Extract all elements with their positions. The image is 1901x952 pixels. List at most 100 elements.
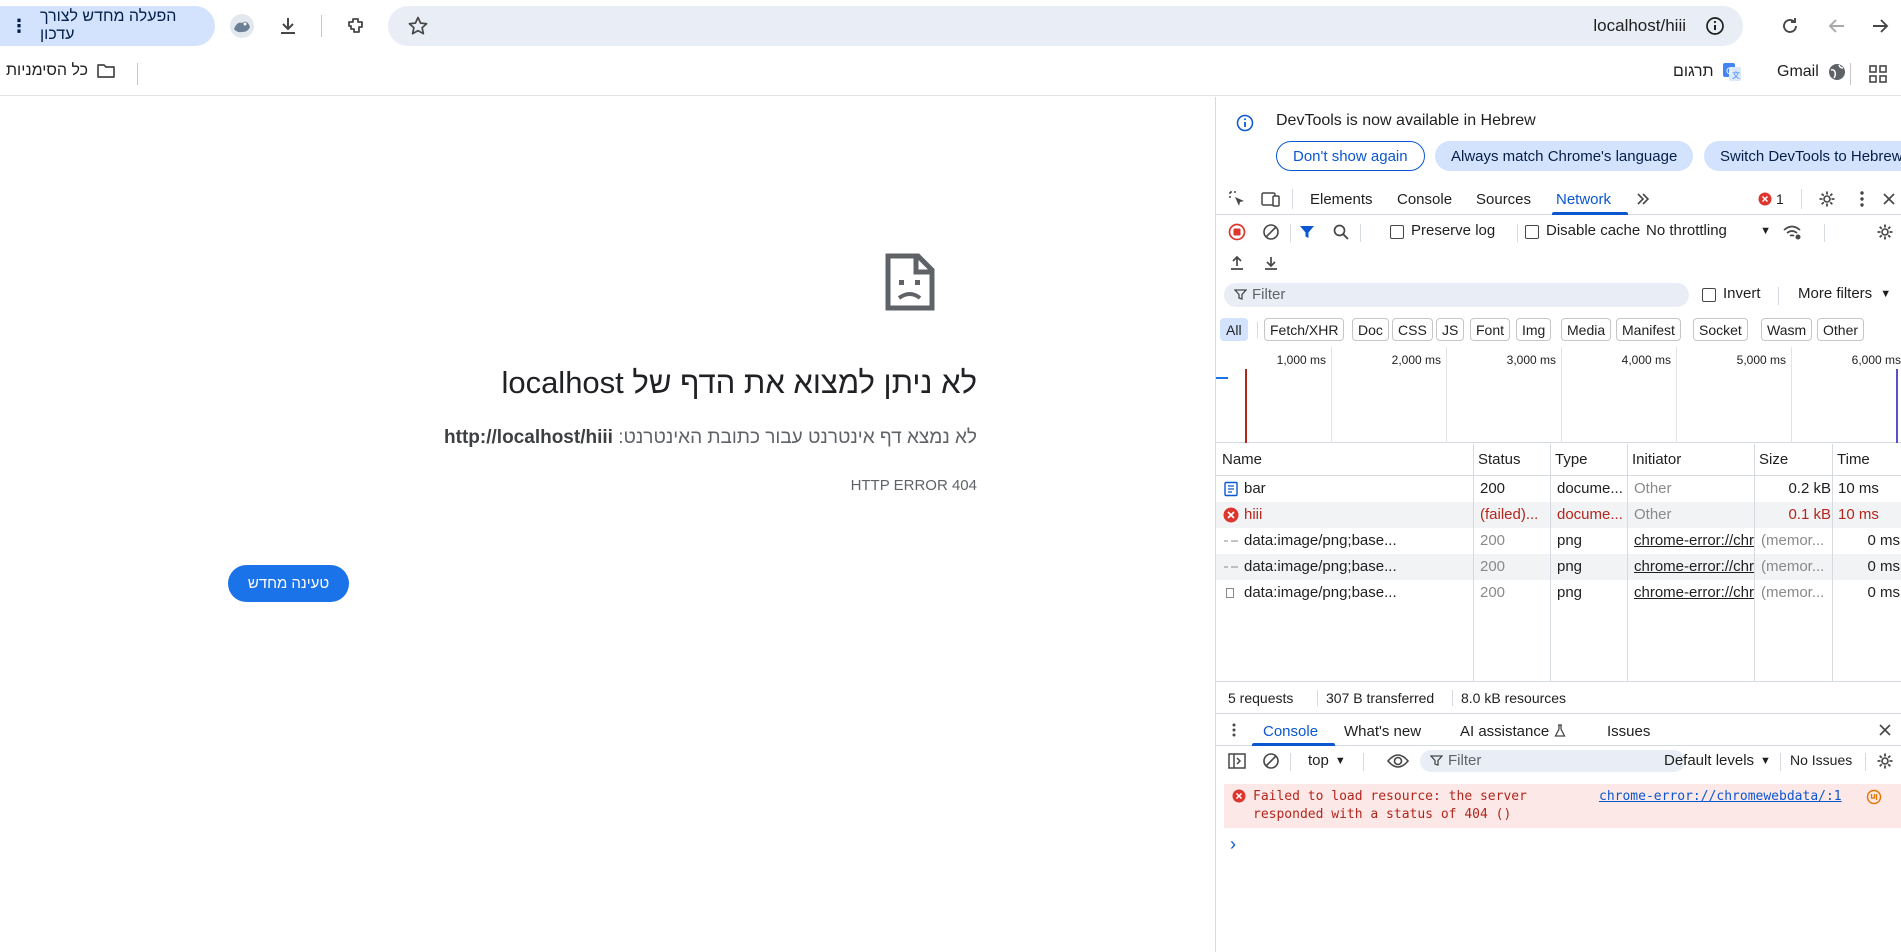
chip-js[interactable]: JS bbox=[1436, 318, 1465, 341]
network-settings-gear-icon[interactable] bbox=[1874, 221, 1896, 243]
error-source-link[interactable]: chrome-error://chromewebdata/:1 bbox=[1599, 789, 1842, 804]
context-selector[interactable]: top ▼ bbox=[1308, 752, 1346, 769]
bookmark-star-icon[interactable] bbox=[404, 12, 432, 40]
inspect-element-icon[interactable] bbox=[1226, 188, 1248, 210]
table-row[interactable]: bar 200 docume... Other 0.2 kB 10 ms bbox=[1216, 476, 1901, 502]
chip-img[interactable]: Img bbox=[1516, 318, 1552, 341]
active-tab-indicator bbox=[1252, 743, 1335, 746]
address-bar[interactable]: localhost/hiii bbox=[388, 6, 1743, 46]
drawer-tab-issues[interactable]: Issues bbox=[1607, 723, 1650, 740]
filter-funnel-icon[interactable] bbox=[1296, 221, 1318, 243]
tab-console[interactable]: Console bbox=[1397, 191, 1452, 208]
switch-language-button[interactable]: Switch DevTools to Hebrew bbox=[1704, 141, 1901, 171]
search-icon[interactable] bbox=[1330, 221, 1352, 243]
close-devtools-icon[interactable] bbox=[1878, 188, 1900, 210]
chip-all[interactable]: All bbox=[1220, 318, 1248, 341]
ai-explain-icon[interactable] bbox=[1866, 789, 1882, 805]
all-bookmarks-item[interactable]: כל הסימניות bbox=[6, 62, 116, 80]
console-prompt[interactable]: › bbox=[1230, 834, 1236, 855]
dom-content-loaded-marker bbox=[1896, 369, 1898, 443]
issues-count[interactable]: No Issues bbox=[1790, 752, 1852, 768]
apps-grid-icon[interactable] bbox=[1864, 60, 1892, 88]
column-divider[interactable] bbox=[1550, 444, 1551, 681]
drawer-menu-icon[interactable] bbox=[1226, 720, 1242, 740]
column-divider[interactable] bbox=[1473, 444, 1474, 681]
record-stop-icon[interactable] bbox=[1226, 221, 1248, 243]
table-row[interactable]: data:image/png;base... 200 png chrome-er… bbox=[1216, 528, 1901, 554]
row-initiator-link[interactable]: chrome-error://chromewebdata bbox=[1634, 532, 1754, 549]
preserve-log-checkbox[interactable] bbox=[1390, 225, 1404, 239]
tab-elements[interactable]: Elements bbox=[1310, 191, 1373, 208]
column-divider[interactable] bbox=[1627, 444, 1628, 681]
chip-fetch-xhr[interactable]: Fetch/XHR bbox=[1264, 318, 1345, 341]
error-counter[interactable]: 1 bbox=[1758, 191, 1784, 207]
row-initiator-link[interactable]: chrome-error://chromewebdata bbox=[1634, 558, 1754, 575]
row-type: docume... bbox=[1557, 506, 1623, 523]
profile-avatar-icon[interactable] bbox=[228, 12, 256, 40]
show-sidebar-icon[interactable] bbox=[1226, 750, 1248, 772]
more-tabs-chevron-icon[interactable] bbox=[1633, 189, 1653, 209]
extensions-icon[interactable] bbox=[342, 12, 370, 40]
col-name[interactable]: Name bbox=[1222, 451, 1262, 468]
clear-console-icon[interactable] bbox=[1260, 750, 1282, 772]
chip-doc[interactable]: Doc bbox=[1352, 318, 1389, 341]
always-match-language-button[interactable]: Always match Chrome's language bbox=[1435, 141, 1694, 171]
live-expression-eye-icon[interactable] bbox=[1386, 750, 1410, 772]
table-row[interactable]: hiii (failed)... docume... Other 0.1 kB … bbox=[1216, 502, 1901, 528]
drawer-tab-whats-new[interactable]: What's new bbox=[1344, 723, 1421, 740]
update-restart-button[interactable]: ⋮ הפעלה מחדש לצורך עדכון bbox=[0, 6, 215, 46]
chip-manifest[interactable]: Manifest bbox=[1616, 318, 1681, 341]
bookmark-gmail[interactable]: Gmail bbox=[1777, 62, 1847, 82]
throttling-select[interactable]: No throttling ▼ bbox=[1646, 222, 1771, 239]
col-initiator[interactable]: Initiator bbox=[1632, 451, 1681, 468]
drawer-tab-console[interactable]: Console bbox=[1263, 723, 1318, 740]
row-size: 0.2 kB bbox=[1788, 480, 1831, 497]
site-info-icon[interactable] bbox=[1701, 12, 1729, 40]
close-drawer-icon[interactable] bbox=[1875, 720, 1895, 740]
network-filter-input[interactable]: Filter bbox=[1224, 283, 1689, 307]
log-levels-dropdown[interactable]: Default levels ▼ bbox=[1664, 752, 1771, 769]
row-initiator: Other bbox=[1634, 506, 1672, 523]
chip-font[interactable]: Font bbox=[1470, 318, 1511, 341]
disable-cache-checkbox[interactable] bbox=[1525, 225, 1539, 239]
row-time: 10 ms bbox=[1838, 480, 1879, 497]
reload-icon[interactable] bbox=[1776, 12, 1804, 40]
column-divider[interactable] bbox=[1832, 444, 1833, 681]
chip-wasm[interactable]: Wasm bbox=[1761, 318, 1813, 341]
toolbar-separator bbox=[1824, 224, 1825, 242]
chip-other[interactable]: Other bbox=[1817, 318, 1865, 341]
more-filters-dropdown[interactable]: More filters ▼ bbox=[1798, 285, 1891, 302]
table-row[interactable]: data:image/png;base... 200 png chrome-er… bbox=[1216, 554, 1901, 580]
network-conditions-icon[interactable] bbox=[1781, 221, 1803, 243]
chip-socket[interactable]: Socket bbox=[1693, 318, 1748, 341]
network-timeline-overview[interactable]: 1,000 ms 2,000 ms 3,000 ms 4,000 ms 5,00… bbox=[1216, 347, 1901, 443]
export-har-icon[interactable] bbox=[1260, 252, 1282, 274]
reload-button[interactable]: טעינה מחדש bbox=[228, 565, 349, 602]
tab-network[interactable]: Network bbox=[1556, 191, 1611, 208]
invert-checkbox[interactable] bbox=[1702, 288, 1716, 302]
import-har-icon[interactable] bbox=[1226, 252, 1248, 274]
toolbar-separator bbox=[1517, 224, 1518, 242]
device-toolbar-icon[interactable] bbox=[1260, 188, 1282, 210]
col-size[interactable]: Size bbox=[1759, 451, 1788, 468]
chip-css[interactable]: CSS bbox=[1392, 318, 1433, 341]
col-type[interactable]: Type bbox=[1555, 451, 1588, 468]
chip-media[interactable]: Media bbox=[1561, 318, 1612, 341]
tab-sources[interactable]: Sources bbox=[1476, 191, 1531, 208]
dont-show-again-button[interactable]: Don't show again bbox=[1276, 141, 1425, 171]
bookmark-translate[interactable]: תרגום G文 bbox=[1673, 62, 1742, 82]
col-time[interactable]: Time bbox=[1837, 451, 1870, 468]
more-options-icon[interactable] bbox=[1851, 188, 1873, 210]
table-row[interactable]: data:image/png;base... 200 png chrome-er… bbox=[1216, 580, 1901, 606]
console-filter-input[interactable]: Filter bbox=[1420, 750, 1685, 772]
clear-icon[interactable] bbox=[1260, 221, 1282, 243]
settings-gear-icon[interactable] bbox=[1816, 188, 1838, 210]
back-icon[interactable] bbox=[1866, 12, 1894, 40]
download-icon[interactable] bbox=[274, 12, 302, 40]
row-initiator-link[interactable]: chrome-error://chromewebdata bbox=[1634, 584, 1754, 601]
console-settings-gear-icon[interactable] bbox=[1874, 750, 1896, 772]
error-message-line: Failed to load resource: the server bbox=[1253, 789, 1527, 804]
col-status[interactable]: Status bbox=[1478, 451, 1521, 468]
column-divider[interactable] bbox=[1754, 444, 1755, 681]
drawer-tab-ai-assistance[interactable]: AI assistance bbox=[1460, 723, 1549, 740]
